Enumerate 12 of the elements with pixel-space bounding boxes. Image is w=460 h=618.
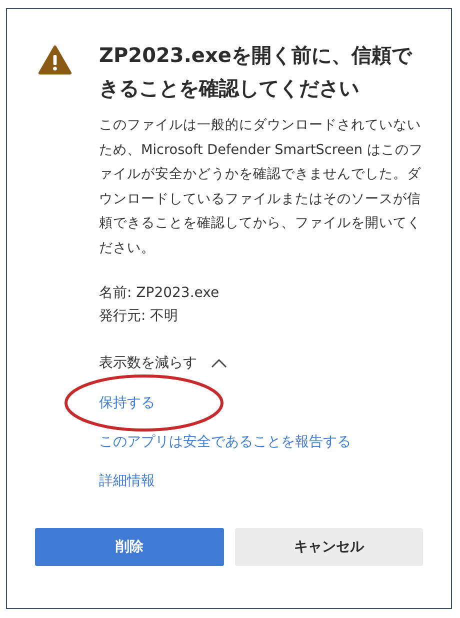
link[interactable]: このアプリは安全であることを報告する xyxy=(99,434,351,450)
dialog-button[interactable]: 削除 xyxy=(35,528,224,566)
chevron-icon[interactable] xyxy=(211,358,227,368)
detail-text: 名前: ZP2023.exe xyxy=(99,284,220,303)
warning-icon xyxy=(38,45,72,75)
dialog-title: ZP2023.exeを開く前に、信頼できることを確認してください xyxy=(99,42,414,102)
link[interactable]: 詳細情報 xyxy=(99,473,155,489)
link[interactable]: 保持する xyxy=(99,395,155,411)
detail-text: 発行元: 不明 xyxy=(99,307,180,326)
toggle-label[interactable]: 表示数を減らす xyxy=(99,352,197,374)
message-text: このファイルは一般的にダウンロードされていないため、Microsoft Defender SmartScreen はこのファイルが安全かどうかを確認できませんでした。ダウンロードしているファイルまたはそのソースが信頼できることを確認してから、ファイルを開いてください。 xyxy=(99,116,424,258)
dialog-button[interactable]: キャンセル xyxy=(234,528,423,566)
